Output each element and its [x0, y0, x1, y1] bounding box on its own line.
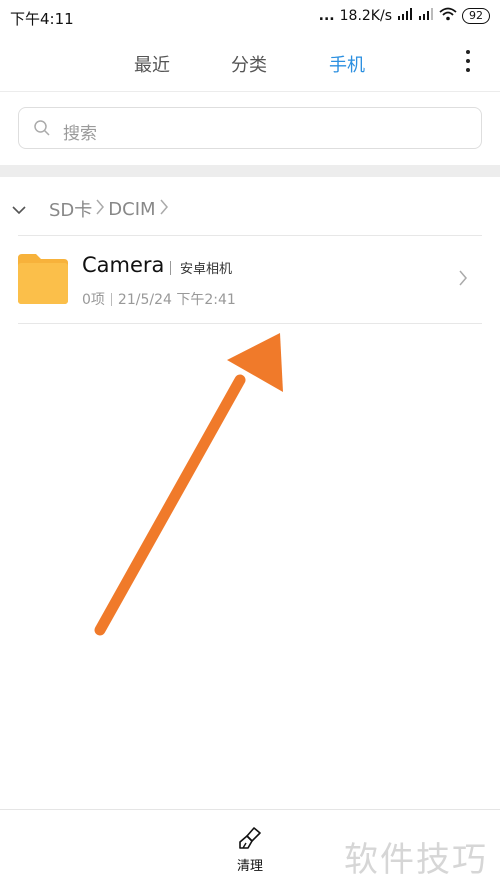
clean-button[interactable]: 清理 [225, 826, 275, 874]
broom-icon [237, 827, 263, 854]
divider [0, 809, 500, 810]
watermark-text: 软件技巧 [344, 840, 488, 880]
annotation-arrow-icon [94, 333, 283, 636]
clean-label: 清理 [236, 859, 263, 874]
